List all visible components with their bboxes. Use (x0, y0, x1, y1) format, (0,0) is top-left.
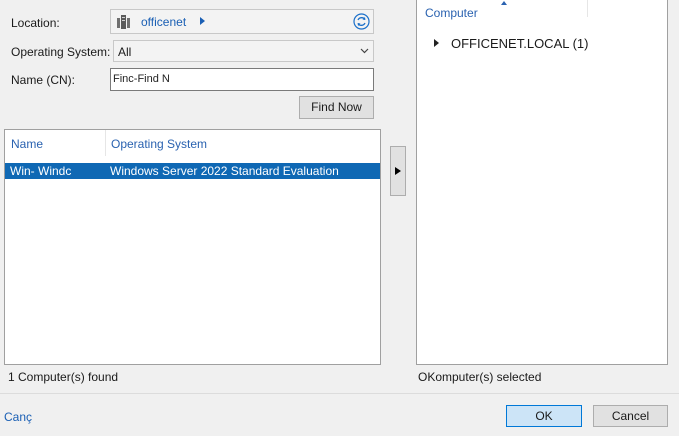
results-status: 1 Computer(s) found (8, 370, 119, 384)
location-field[interactable]: officenet (110, 9, 374, 34)
selected-computers-tree[interactable]: Computer OFFICENET.LOCAL (1) (416, 0, 668, 365)
refresh-icon[interactable] (353, 13, 370, 30)
cancel-button[interactable]: Cancel (593, 405, 668, 427)
results-list[interactable]: Name Operating System Win- Windc Windows… (4, 129, 381, 365)
column-header-os[interactable]: Operating System (111, 137, 207, 151)
find-now-button[interactable]: Find Now (299, 96, 374, 119)
column-separator[interactable] (105, 130, 106, 156)
move-right-icon (395, 167, 401, 175)
tree-expand-icon[interactable] (434, 39, 439, 47)
search-criteria-panel: Location: officenet Operating System: Al… (0, 0, 381, 128)
ok-button[interactable]: OK (506, 405, 582, 427)
name-label: Name (CN): (11, 73, 76, 87)
column-header-computer[interactable]: Computer (425, 6, 478, 20)
column-header-name[interactable]: Name (11, 137, 43, 151)
server-icon (117, 15, 130, 29)
name-input-value: Finc-Find N (113, 73, 170, 85)
row-name: Win- Windc (10, 164, 72, 178)
name-input[interactable]: Finc-Find N (110, 68, 374, 91)
os-select-value: All (118, 45, 132, 59)
location-value: officenet (141, 15, 187, 29)
tree-node-domain[interactable]: OFFICENET.LOCAL (1) (451, 36, 588, 51)
chevron-right-icon[interactable] (200, 17, 205, 25)
sort-asc-icon (501, 1, 507, 5)
chevron-down-icon (360, 48, 369, 54)
location-label: Location: (11, 16, 60, 30)
add-selected-button[interactable] (390, 146, 406, 196)
table-row[interactable]: Win- Windc Windows Server 2022 Standard … (5, 163, 380, 179)
os-label: Operating System: (11, 45, 111, 59)
column-separator[interactable] (587, 0, 588, 17)
os-select[interactable]: All (113, 40, 374, 62)
selected-status: OKomputer(s) selected (418, 370, 542, 384)
row-os: Windows Server 2022 Standard Evaluation (110, 164, 339, 178)
cancel-link[interactable]: Canç (4, 410, 32, 424)
